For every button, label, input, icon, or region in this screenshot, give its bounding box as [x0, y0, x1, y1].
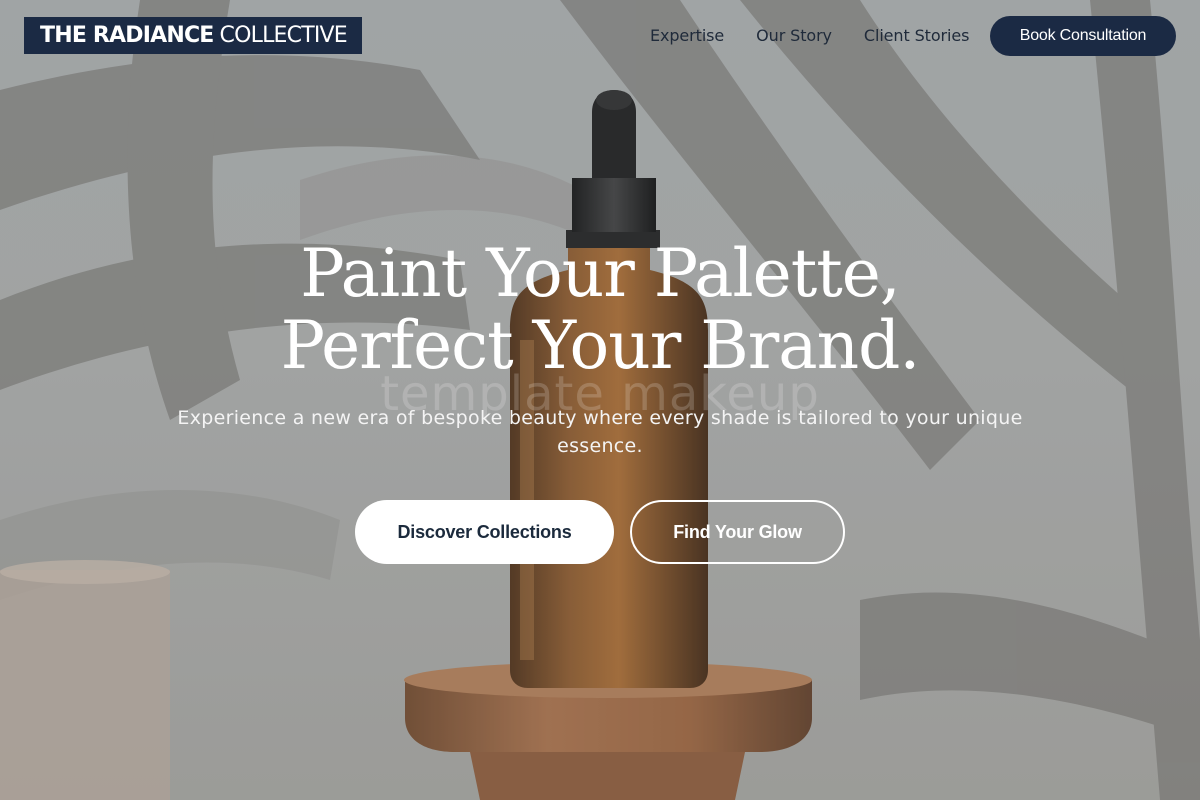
hero-headline-line-1: Paint Your Palette, — [300, 235, 901, 312]
brand-name-bold: THE RADIANCE — [40, 23, 214, 48]
nav-link-our-story[interactable]: Our Story — [756, 26, 832, 45]
brand-name-light: COLLECTIVE — [219, 23, 348, 48]
discover-collections-button[interactable]: Discover Collections — [355, 500, 614, 564]
nav-link-expertise[interactable]: Expertise — [650, 26, 724, 45]
book-consultation-button[interactable]: Book Consultation — [990, 16, 1176, 56]
hero-subtext: Experience a new era of bespoke beauty w… — [177, 407, 1023, 457]
brand-logo[interactable]: THE RADIANCE COLLECTIVE — [24, 17, 362, 54]
find-your-glow-button[interactable]: Find Your Glow — [630, 500, 845, 564]
nav-link-client-stories[interactable]: Client Stories — [864, 26, 970, 45]
main-nav: Expertise Our Story Client Stories — [650, 26, 969, 45]
hero-headline: Paint Your Palette, Perfect Your Brand. — [150, 238, 1050, 382]
